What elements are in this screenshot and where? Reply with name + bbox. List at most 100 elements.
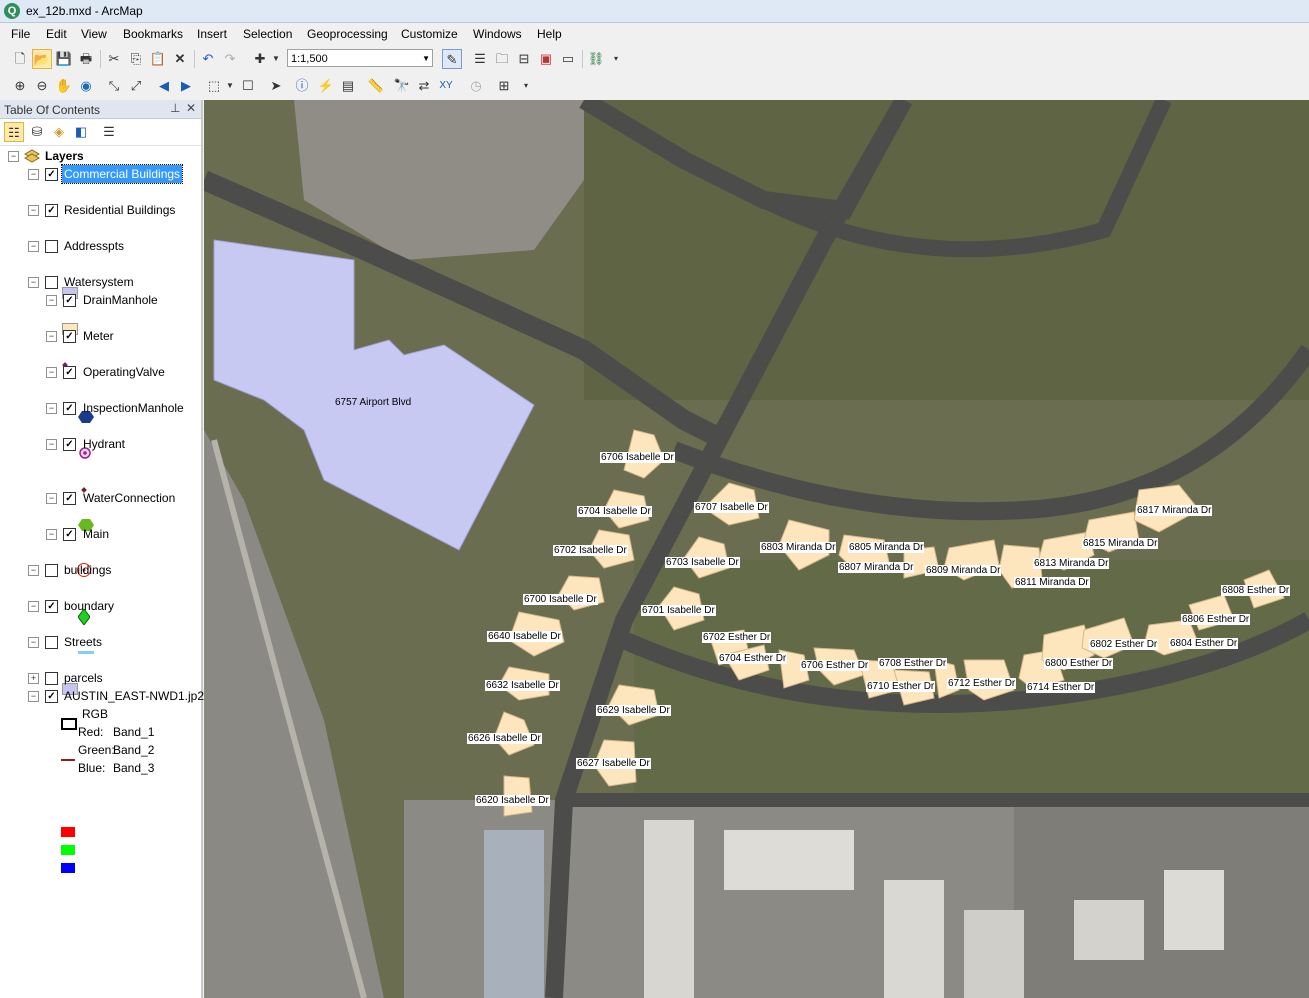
layer-visibility-checkbox[interactable]	[45, 672, 58, 685]
go-to-xy-icon[interactable]: XY	[436, 76, 456, 96]
menu-file[interactable]: File	[11, 27, 30, 41]
hyperlink-icon[interactable]: ⚡	[316, 76, 336, 96]
save-icon[interactable]: 💾	[54, 49, 74, 69]
add-data-dropdown-icon[interactable]: ▼	[266, 49, 286, 69]
toc-layer-austin-raster[interactable]: − ✓ AUSTIN_EAST-NWD1.jp2	[0, 687, 204, 705]
collapse-icon[interactable]: −	[28, 637, 39, 648]
toc-layer-boundary[interactable]: − ✓ boundary	[0, 597, 200, 615]
list-by-drawing-order-icon[interactable]: ☷	[4, 122, 24, 142]
collapse-icon[interactable]: −	[28, 277, 39, 288]
menu-customize[interactable]: Customize	[401, 27, 458, 41]
layer-visibility-checkbox[interactable]: ✓	[63, 402, 76, 415]
python-window-icon[interactable]: ▭	[558, 49, 578, 69]
toc-layer-watersystem[interactable]: − Watersystem	[0, 273, 200, 291]
layer-visibility-checkbox[interactable]: ✓	[45, 204, 58, 217]
collapse-icon[interactable]: −	[46, 295, 57, 306]
select-elements-pointer-icon[interactable]: ➤	[266, 76, 286, 96]
list-by-source-icon[interactable]: ⛁	[27, 122, 47, 142]
paste-icon[interactable]: 📋	[148, 49, 168, 69]
collapse-icon[interactable]: −	[28, 601, 39, 612]
fixed-zoom-in-icon[interactable]: ⤡	[104, 76, 124, 96]
toc-layer-residential-buildings[interactable]: − ✓ Residential Buildings	[0, 201, 200, 219]
open-folder-icon[interactable]: 📂	[32, 49, 52, 69]
toolbar-options-icon[interactable]: ▾	[606, 49, 626, 69]
menu-bookmarks[interactable]: Bookmarks	[123, 27, 183, 41]
toc-layer-waterconnection[interactable]: − ✓ WaterConnection	[0, 489, 200, 507]
editor-toolbar-icon[interactable]: ✎	[442, 49, 462, 69]
layer-visibility-checkbox[interactable]	[45, 240, 58, 253]
toc-layer-commercial-buildings[interactable]: − ✓ Commercial Buildings	[0, 164, 200, 184]
toc-layer-meter[interactable]: − ✓ Meter	[0, 327, 200, 345]
fixed-zoom-out-icon[interactable]: ⤢	[126, 76, 146, 96]
undo-icon[interactable]: ↶	[198, 49, 218, 69]
copy-icon[interactable]: ⎘	[126, 49, 146, 69]
collapse-icon[interactable]: −	[46, 493, 57, 504]
model-builder-icon[interactable]: ⛓	[586, 49, 606, 69]
cut-icon[interactable]: ✂	[104, 49, 124, 69]
collapse-icon[interactable]: −	[28, 169, 39, 180]
layer-visibility-checkbox[interactable]: ✓	[63, 366, 76, 379]
close-icon[interactable]: ✕	[186, 101, 196, 115]
table-of-contents-icon[interactable]: ☰	[470, 49, 490, 69]
collapse-icon[interactable]: −	[46, 403, 57, 414]
new-document-icon[interactable]: 🗋	[10, 49, 30, 69]
html-popup-icon[interactable]: ▤	[338, 76, 358, 96]
collapse-icon[interactable]: −	[46, 331, 57, 342]
layer-visibility-checkbox[interactable]: ✓	[45, 690, 58, 703]
layer-visibility-checkbox[interactable]: ✓	[63, 438, 76, 451]
measure-icon[interactable]: 📏	[366, 76, 386, 96]
toc-layer-parcels[interactable]: + parcels	[0, 669, 200, 687]
zoom-in-icon[interactable]: ⊕	[10, 76, 30, 96]
menu-edit[interactable]: Edit	[46, 27, 67, 41]
collapse-icon[interactable]: −	[28, 205, 39, 216]
find-binoculars-icon[interactable]: 🔭	[392, 76, 412, 96]
delete-icon[interactable]: ✕	[170, 49, 190, 69]
map-scale-select[interactable]: 1:1,500 ▼	[287, 49, 433, 67]
map-view[interactable]: 6757 Airport Blvd 6706 Isabelle Dr 6704 …	[204, 100, 1309, 998]
layer-visibility-checkbox[interactable]: ✓	[63, 330, 76, 343]
print-icon[interactable]: 🖶	[76, 49, 96, 69]
menu-geoprocessing[interactable]: Geoprocessing	[307, 27, 388, 41]
clear-selection-icon[interactable]: ☐	[238, 76, 258, 96]
layer-visibility-checkbox[interactable]	[45, 636, 58, 649]
menu-view[interactable]: View	[81, 27, 107, 41]
time-slider-icon[interactable]: ◷	[466, 76, 486, 96]
arctoolbox-icon[interactable]: ▣	[536, 49, 556, 69]
layer-visibility-checkbox[interactable]: ✓	[45, 600, 58, 613]
layer-visibility-checkbox[interactable]: ✓	[63, 492, 76, 505]
menu-selection[interactable]: Selection	[243, 27, 292, 41]
collapse-icon[interactable]: −	[46, 529, 57, 540]
pin-icon[interactable]: ⊥	[170, 101, 180, 115]
list-by-visibility-icon[interactable]: ◈	[49, 122, 69, 142]
toc-layer-main[interactable]: − ✓ Main	[0, 525, 200, 543]
find-route-icon[interactable]: ⇄	[414, 76, 434, 96]
toc-layer-addresspts[interactable]: − Addresspts	[0, 237, 200, 255]
select-features-dropdown-icon[interactable]: ▼	[220, 76, 240, 96]
list-by-selection-icon[interactable]: ◧	[71, 122, 91, 142]
layer-visibility-checkbox[interactable]: ✓	[63, 528, 76, 541]
back-arrow-icon[interactable]: ◀	[154, 76, 174, 96]
menu-help[interactable]: Help	[537, 27, 562, 41]
redo-icon[interactable]: ↷	[220, 49, 240, 69]
full-extent-globe-icon[interactable]: ◉	[76, 76, 96, 96]
toc-layer-operatingvalve[interactable]: − ✓ OperatingValve	[0, 363, 200, 381]
toc-options-icon[interactable]: ☰	[99, 122, 119, 142]
toc-layer-buildings[interactable]: − buildings	[0, 561, 200, 579]
layer-visibility-checkbox[interactable]: ✓	[45, 168, 58, 181]
identify-info-icon[interactable]: ⓘ	[292, 76, 312, 96]
layer-visibility-checkbox[interactable]: ✓	[63, 294, 76, 307]
expand-icon[interactable]: +	[28, 673, 39, 684]
collapse-icon[interactable]: −	[8, 151, 19, 162]
pan-hand-icon[interactable]: ✋	[54, 76, 74, 96]
toc-layer-hydrant[interactable]: − ✓ Hydrant	[0, 435, 200, 453]
toc-layer-drainmanhole[interactable]: − ✓ DrainManhole	[0, 291, 200, 309]
layer-visibility-checkbox[interactable]	[45, 564, 58, 577]
collapse-icon[interactable]: −	[28, 565, 39, 576]
toc-layer-inspectionmanhole[interactable]: − ✓ InspectionManhole	[0, 399, 200, 417]
zoom-out-icon[interactable]: ⊖	[32, 76, 52, 96]
collapse-icon[interactable]: −	[28, 241, 39, 252]
forward-arrow-icon[interactable]: ▶	[176, 76, 196, 96]
collapse-icon[interactable]: −	[46, 439, 57, 450]
catalog-icon[interactable]: 🗀	[492, 49, 512, 69]
collapse-icon[interactable]: −	[46, 367, 57, 378]
